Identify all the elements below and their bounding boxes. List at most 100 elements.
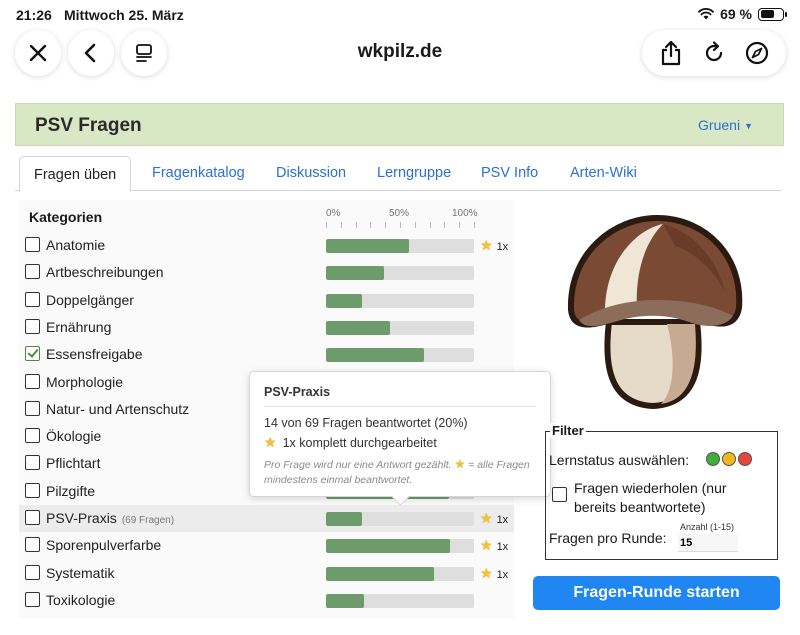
user-name: Grueni: [698, 117, 741, 133]
progress-bar-fill: [326, 512, 362, 526]
chevron-down-icon: ▼: [744, 121, 753, 132]
category-label[interactable]: Toxikologie: [46, 592, 115, 608]
progress-bar: [326, 348, 474, 363]
category-name: Ökologie: [46, 428, 102, 445]
status-time: 21:26: [16, 7, 52, 23]
browser-actions: [642, 30, 786, 76]
completion-badge: ★ 1x: [480, 537, 508, 554]
status-green-dot[interactable]: [706, 452, 720, 466]
tab-lerngruppe[interactable]: Lerngruppe: [377, 156, 451, 191]
category-label[interactable]: Sporenpulverfarbe: [46, 537, 161, 553]
category-checkbox[interactable]: [25, 373, 40, 389]
learning-status-selector: [706, 452, 752, 466]
category-name: Sporenpulverfarbe: [46, 537, 162, 554]
battery-percent: 69 %: [720, 6, 752, 22]
repeat-questions-checkbox[interactable]: [552, 487, 567, 502]
tab-fragen-ueben[interactable]: Fragen üben: [19, 156, 132, 192]
category-label[interactable]: Anatomie: [46, 237, 105, 253]
completion-badge: ★ 1x: [480, 237, 508, 254]
category-label[interactable]: PSV-Praxis (69 Fragen): [46, 510, 174, 526]
progress-bar-fill: [326, 266, 384, 281]
scale-tick: [474, 222, 475, 228]
category-row: Toxikologie: [19, 587, 514, 614]
category-name: Ernährung: [46, 318, 112, 335]
category-label[interactable]: Doppelgänger: [46, 292, 134, 308]
scale-tick: [400, 222, 401, 228]
category-checkbox[interactable]: [25, 318, 40, 334]
tab-arten-wiki[interactable]: Arten-Wiki: [570, 156, 637, 191]
category-row: Essensfreigabe: [19, 341, 514, 368]
progress-bar-fill: [326, 293, 362, 308]
scale-tick: [370, 222, 372, 228]
star-icon: ★: [480, 537, 493, 554]
learning-status-label: Lernstatus auswählen:: [549, 452, 690, 468]
category-name: PSV-Praxis: [46, 510, 117, 526]
category-checkbox[interactable]: [25, 564, 40, 580]
category-label[interactable]: Systematik: [46, 565, 114, 581]
category-label[interactable]: Morphologie: [46, 374, 123, 390]
mushroom-illustration: [567, 214, 743, 410]
compass-icon: [745, 41, 768, 65]
category-checkbox[interactable]: [25, 428, 40, 444]
category-row: Anatomie ★ 1x: [19, 232, 514, 259]
category-label[interactable]: Ernährung: [46, 319, 111, 335]
questions-per-round-hint: Anzahl (1-15): [680, 522, 735, 532]
progress-bar-fill: [326, 348, 424, 363]
tab-fragenkatalog[interactable]: Fragenkatalog: [152, 156, 245, 191]
battery-icon: [758, 7, 787, 21]
category-checkbox[interactable]: [25, 346, 40, 362]
category-checkbox[interactable]: [25, 537, 40, 553]
questions-per-round-input[interactable]: [678, 534, 738, 552]
category-label[interactable]: Natur- und Artenschutz: [46, 401, 189, 417]
tab-psv-info[interactable]: PSV Info: [481, 156, 538, 191]
category-checkbox[interactable]: [25, 510, 40, 525]
scale-tick: [326, 222, 327, 228]
category-checkbox[interactable]: [25, 400, 40, 416]
category-label[interactable]: Artbeschreibungen: [46, 264, 164, 280]
compass-button[interactable]: [737, 33, 777, 73]
progress-bar: [326, 239, 474, 253]
progress-bar: [326, 593, 474, 608]
progress-bar: [326, 320, 474, 335]
tab-bar: Fragen üben Fragenkatalog Diskussion Ler…: [15, 156, 781, 192]
category-label[interactable]: Pflichtart: [46, 455, 100, 471]
completion-count: 1x: [496, 514, 509, 526]
tab-diskussion[interactable]: Diskussion: [276, 156, 346, 191]
category-tooltip: PSV-Praxis 14 von 69 Fragen beantwortet …: [249, 371, 551, 497]
scale-label-50: 50%: [389, 208, 410, 219]
category-checkbox[interactable]: [25, 264, 40, 280]
tooltip-note: Pro Frage wird nur eine Antwort gezählt.…: [264, 457, 536, 488]
category-row: Sporenpulverfarbe ★ 1x: [19, 532, 514, 559]
start-round-button[interactable]: Fragen-Runde starten: [533, 576, 780, 610]
completion-badge: ★ 1x: [480, 510, 508, 527]
completion-count: 1x: [496, 568, 509, 581]
category-label[interactable]: Ökologie: [46, 428, 101, 444]
completion-badge: ★ 1x: [480, 565, 508, 582]
tooltip-completed-text: 1x komplett durchgearbeitet: [282, 436, 437, 450]
scale-tick: [414, 222, 416, 228]
star-icon: ★: [454, 457, 466, 471]
scale-tick: [429, 222, 431, 228]
user-menu[interactable]: Grueni ▼: [698, 117, 753, 133]
progress-bar: [326, 566, 474, 581]
category-checkbox[interactable]: [25, 455, 40, 471]
category-label[interactable]: Essensfreigabe: [46, 346, 143, 362]
category-checkbox[interactable]: [25, 291, 40, 307]
scale-label-100: 100%: [452, 208, 478, 219]
category-name: Morphologie: [46, 373, 124, 390]
status-red-dot[interactable]: [738, 452, 752, 466]
reload-button[interactable]: [694, 33, 734, 73]
site-header: PSV Fragen Grueni ▼: [15, 103, 784, 146]
progress-bar-fill: [326, 239, 409, 253]
scale-ticks: [326, 222, 476, 228]
scale-tick: [355, 222, 357, 228]
category-checkbox[interactable]: [25, 237, 40, 252]
category-label[interactable]: Pilzgifte: [46, 483, 95, 499]
category-checkbox[interactable]: [25, 591, 40, 607]
category-name: Systematik: [46, 564, 115, 581]
wifi-icon: [698, 8, 714, 20]
status-yellow-dot[interactable]: [722, 452, 736, 466]
share-button[interactable]: [651, 33, 691, 73]
star-icon: ★: [264, 434, 277, 450]
category-checkbox[interactable]: [25, 482, 40, 498]
